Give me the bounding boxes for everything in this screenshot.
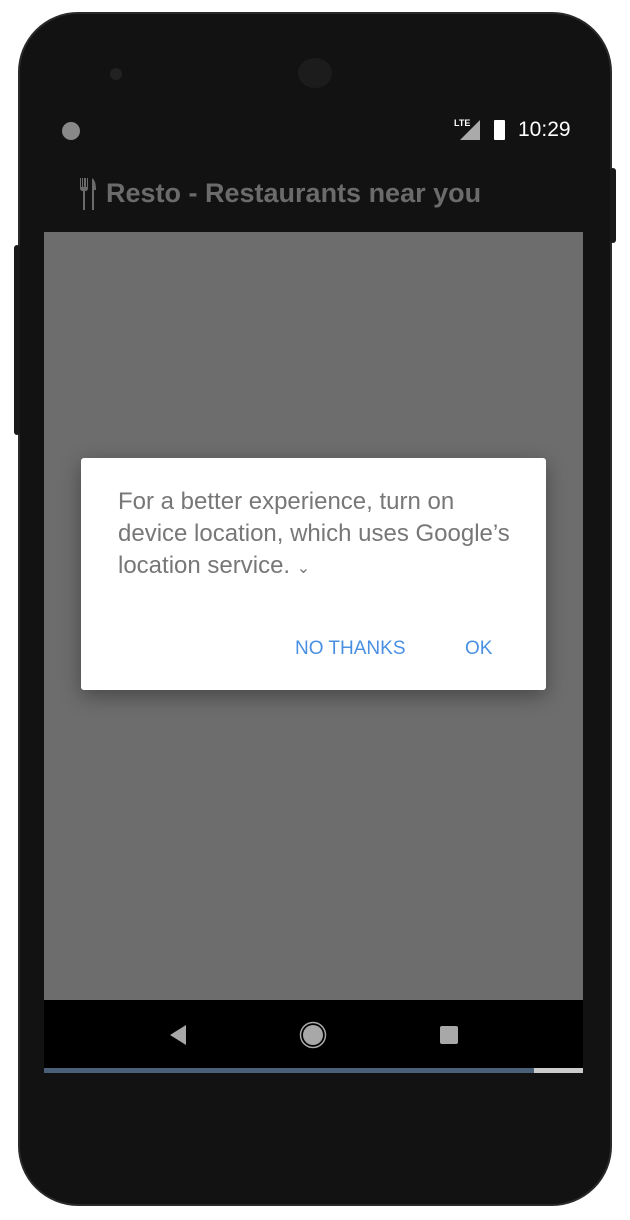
progress-fill <box>44 1068 535 1073</box>
app-bar: Resto - Restaurants near you <box>44 160 583 232</box>
no-thanks-button[interactable]: NO THANKS <box>295 638 406 660</box>
status-bar: LTE 10:29 <box>44 110 583 152</box>
clock: 10:29 <box>518 118 571 141</box>
network-type: LTE <box>454 118 471 128</box>
chevron-down-icon[interactable]: ⌄ <box>297 560 310 577</box>
power-button <box>610 168 616 243</box>
back-icon[interactable] <box>168 1024 188 1046</box>
app-title: Resto - Restaurants near you <box>106 178 482 208</box>
volume-button <box>14 245 20 435</box>
dialog-message[interactable]: For a better experience, turn on device … <box>118 486 518 585</box>
notification-dot-icon <box>62 122 80 140</box>
navigation-bar <box>44 1000 583 1068</box>
recents-icon[interactable] <box>440 1026 458 1044</box>
progress-bar <box>44 1068 583 1073</box>
fork-knife-icon <box>80 178 96 210</box>
home-icon[interactable] <box>299 1021 327 1049</box>
speaker <box>298 58 332 88</box>
location-dialog: For a better experience, turn on device … <box>81 458 546 690</box>
battery-icon <box>494 120 505 140</box>
front-camera <box>110 68 122 80</box>
ok-button[interactable]: OK <box>465 638 492 660</box>
